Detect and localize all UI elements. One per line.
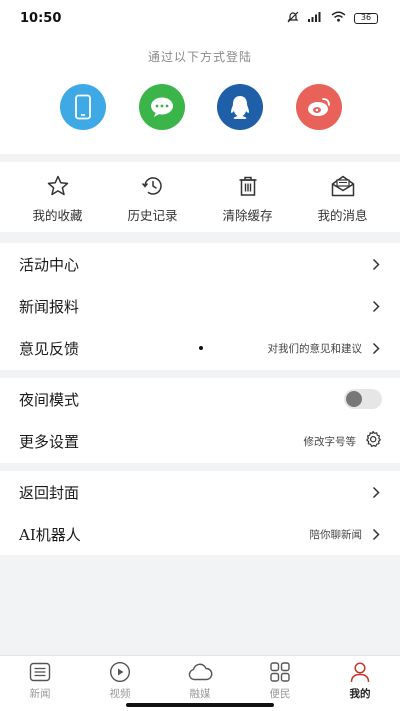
chevron-right-icon [370, 257, 382, 271]
clear-cache-label: 清除缓存 [222, 208, 273, 223]
tab-services-label: 便民 [269, 688, 291, 700]
wechat-login-button[interactable] [138, 84, 185, 130]
battery-icon: 36 [354, 12, 378, 24]
status-bar: 10:50 36 [0, 0, 400, 36]
tab-media-label: 融媒 [189, 688, 211, 700]
messages-label: 我的消息 [317, 208, 368, 223]
phone-login-button[interactable] [60, 84, 106, 130]
night-mode-row: 夜间模式 [0, 378, 400, 420]
phone-icon [75, 94, 91, 120]
menu-group-settings: 夜间模式 更多设置 修改字号等 [0, 378, 400, 463]
wifi-icon [331, 11, 346, 25]
chevron-right-icon [370, 485, 382, 499]
login-title: 通过以下方式登陆 [147, 50, 252, 64]
chevron-right-icon [370, 341, 382, 355]
qq-login-button[interactable] [217, 84, 264, 130]
tab-profile-label: 我的 [349, 688, 371, 700]
feedback-row[interactable]: 意见反馈 对我们的意见和建议 [0, 327, 400, 369]
favorites-label: 我的收藏 [32, 208, 83, 223]
more-settings-row[interactable]: 更多设置 修改字号等 [0, 420, 400, 462]
chevron-right-icon [370, 299, 382, 313]
history-icon [141, 174, 165, 198]
news-tip-row[interactable]: 新闻报料 [0, 285, 400, 327]
tab-news[interactable]: 新闻 [0, 656, 80, 711]
tab-profile[interactable]: 我的 [320, 656, 400, 711]
favorites-button[interactable]: 我的收藏 [18, 162, 98, 232]
cloud-icon [187, 661, 213, 683]
login-options [60, 84, 342, 130]
notification-dot [199, 346, 203, 350]
grid-icon [269, 661, 291, 683]
login-section: 通过以下方式登陆 [0, 36, 400, 154]
more-settings-hint: 修改字号等 [303, 435, 357, 448]
messages-button[interactable]: 我的消息 [303, 162, 383, 232]
feedback-hint: 对我们的意见和建议 [267, 342, 363, 355]
more-settings-label: 更多设置 [19, 432, 80, 451]
weibo-icon [307, 98, 330, 116]
mute-icon [287, 11, 299, 26]
quick-actions: 我的收藏 历史记录 清除缓存 我的消息 [0, 162, 400, 232]
status-icons: 36 [287, 11, 378, 26]
message-icon [330, 174, 356, 198]
back-cover-row[interactable]: 返回封面 [0, 471, 400, 513]
news-icon [29, 661, 51, 683]
video-icon [109, 661, 131, 683]
signal-icon [307, 11, 323, 25]
activity-center-label: 活动中心 [19, 255, 80, 274]
trash-icon [236, 174, 260, 198]
activity-center-row[interactable]: 活动中心 [0, 243, 400, 285]
profile-icon [349, 661, 371, 683]
star-icon [46, 174, 70, 198]
gear-icon [364, 430, 382, 452]
ai-robot-label: AI机器人 [19, 525, 81, 544]
menu-group-primary: 活动中心 新闻报料 意见反馈 对我们的意见和建议 [0, 243, 400, 370]
menu-group-other: 返回封面 AI机器人 陪你聊新闻 [0, 471, 400, 555]
back-cover-label: 返回封面 [19, 483, 80, 502]
clear-cache-button[interactable]: 清除缓存 [208, 162, 288, 232]
tab-video-label: 视频 [109, 688, 131, 700]
home-indicator [126, 703, 274, 707]
tab-news-label: 新闻 [29, 688, 51, 700]
feedback-label: 意见反馈 [19, 339, 80, 358]
toggle-knob [346, 391, 362, 407]
night-mode-toggle[interactable] [344, 389, 382, 409]
qq-icon [231, 96, 250, 119]
status-time: 10:50 [20, 10, 62, 26]
ai-robot-hint: 陪你聊新闻 [309, 528, 363, 541]
night-mode-label: 夜间模式 [19, 390, 80, 409]
wechat-icon [150, 97, 173, 117]
weibo-login-button[interactable] [295, 84, 342, 130]
history-label: 历史记录 [127, 208, 178, 223]
chevron-right-icon [370, 527, 382, 541]
history-button[interactable]: 历史记录 [113, 162, 193, 232]
ai-robot-row[interactable]: AI机器人 陪你聊新闻 [0, 513, 400, 555]
news-tip-label: 新闻报料 [19, 297, 80, 316]
